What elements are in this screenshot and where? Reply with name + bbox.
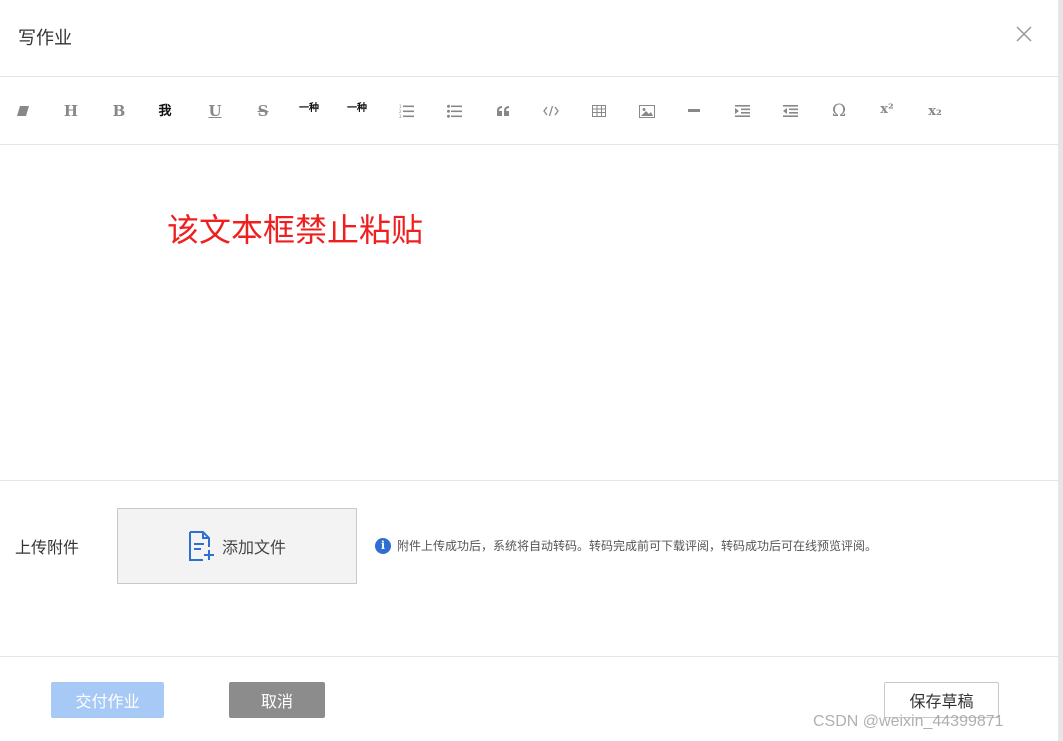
upload-attachment-label: 上传附件 bbox=[15, 538, 80, 557]
image-icon bbox=[639, 104, 655, 118]
code-icon bbox=[543, 105, 559, 117]
toolbar-strikethrough-button[interactable]: S bbox=[250, 99, 276, 123]
dialog-header: 写作业 bbox=[0, 0, 1058, 76]
font-size-label: 一种 bbox=[347, 103, 367, 114]
subscript-label: x₂ bbox=[928, 103, 942, 119]
editor-toolbar: H B 我 U S 一种 一种 1 2 3 Ω x² x₂ bbox=[0, 76, 1058, 145]
toolbar-font-family-button[interactable]: 一种 bbox=[296, 97, 322, 121]
svg-text:3: 3 bbox=[399, 114, 402, 118]
paste-disabled-note: 该文本框禁止粘贴 bbox=[167, 211, 424, 249]
toolbar-ordered-list-button[interactable]: 1 2 3 bbox=[394, 99, 420, 123]
unordered-list-icon bbox=[447, 104, 462, 118]
info-icon: i bbox=[375, 537, 391, 554]
strikethrough-label: S bbox=[257, 101, 269, 120]
upload-info-text: 附件上传成功后，系统将自动转码。转码完成前可下载评阅，转码成功后可在线预览评阅。 bbox=[397, 539, 878, 553]
upload-info: i 附件上传成功后，系统将自动转码。转码完成前可下载评阅，转码成功后可在线预览评… bbox=[375, 537, 877, 554]
file-add-icon bbox=[188, 531, 214, 561]
scrollbar-track[interactable] bbox=[1058, 0, 1063, 741]
toolbar-code-button[interactable] bbox=[538, 99, 564, 123]
omega-icon: Ω bbox=[831, 100, 847, 121]
toolbar-bold-button[interactable]: B bbox=[106, 99, 132, 123]
toolbar-image-button[interactable] bbox=[634, 99, 660, 123]
bold-label: B bbox=[112, 101, 126, 120]
table-icon bbox=[592, 105, 606, 117]
font-label: 我 bbox=[158, 103, 172, 119]
toolbar-font-size-button[interactable]: 一种 bbox=[344, 97, 370, 121]
indent-icon bbox=[735, 105, 750, 117]
toolbar-table-button[interactable] bbox=[586, 99, 612, 123]
toolbar-outdent-button[interactable] bbox=[778, 99, 804, 123]
font-family-label: 一种 bbox=[299, 103, 319, 114]
watermark-text: CSDN @weixin_44399871 bbox=[813, 713, 1004, 730]
toolbar-heading-button[interactable]: H bbox=[58, 99, 84, 123]
add-file-button[interactable]: 添加文件 bbox=[117, 508, 357, 584]
outdent-icon bbox=[783, 105, 798, 117]
dialog-title: 写作业 bbox=[18, 28, 72, 49]
horizontal-rule-icon bbox=[688, 109, 700, 112]
add-file-label: 添加文件 bbox=[221, 538, 286, 557]
quote-icon bbox=[497, 106, 509, 116]
ordered-list-icon: 1 2 3 bbox=[399, 104, 414, 118]
toolbar-quote-button[interactable] bbox=[490, 99, 516, 123]
heading-label: H bbox=[63, 101, 79, 120]
cancel-button[interactable]: 取消 bbox=[229, 682, 325, 718]
rich-text-editor[interactable]: 该文本框禁止粘贴 bbox=[0, 145, 1058, 481]
superscript-label: x² bbox=[880, 101, 894, 117]
toolbar-special-char-button[interactable]: Ω bbox=[826, 99, 852, 123]
eraser-icon bbox=[17, 106, 29, 116]
underline-label: U bbox=[208, 101, 222, 120]
toolbar-eraser-button[interactable] bbox=[10, 99, 36, 123]
close-button[interactable] bbox=[1013, 23, 1035, 45]
toolbar-unordered-list-button[interactable] bbox=[442, 99, 468, 123]
toolbar-indent-button[interactable] bbox=[730, 99, 756, 123]
toolbar-underline-button[interactable]: U bbox=[202, 99, 228, 123]
toolbar-horizontal-rule-button[interactable] bbox=[682, 99, 708, 123]
toolbar-font-button[interactable]: 我 bbox=[152, 99, 178, 123]
close-icon bbox=[1016, 26, 1032, 42]
toolbar-superscript-button[interactable]: x² bbox=[874, 97, 900, 121]
toolbar-subscript-button[interactable]: x₂ bbox=[922, 99, 948, 123]
submit-homework-button[interactable]: 交付作业 bbox=[51, 682, 164, 718]
